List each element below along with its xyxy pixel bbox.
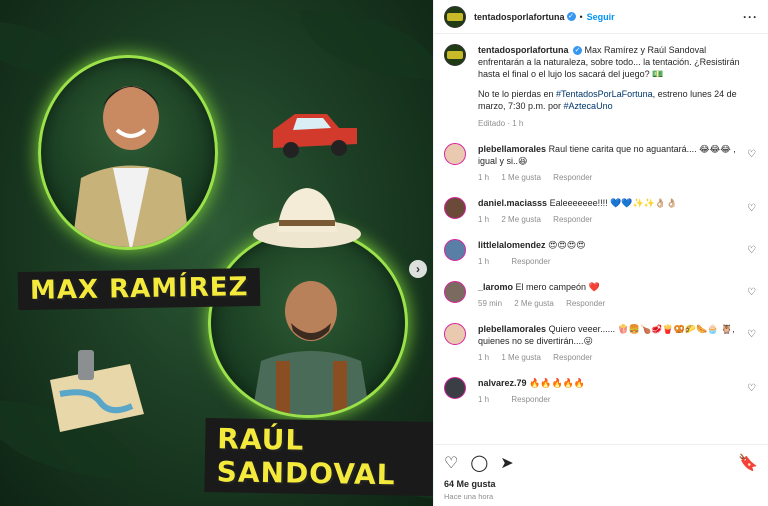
comments-area[interactable]: tentadosporlafortuna ✓ Max Ramírez y Raú… bbox=[434, 34, 768, 444]
treasure-map-illustration bbox=[50, 350, 144, 432]
caption-meta: Editado · 1 h bbox=[478, 119, 524, 128]
comment-time: 1 h bbox=[478, 395, 490, 404]
comment-likes[interactable]: 1 Me gusta bbox=[501, 173, 541, 182]
comment-likes[interactable]: 2 Me gusta bbox=[501, 215, 541, 224]
save-bookmark-icon[interactable]: 🔖 bbox=[738, 453, 758, 473]
comment-like-heart-icon[interactable]: ♡ bbox=[747, 329, 756, 340]
logo-icon bbox=[447, 51, 463, 59]
post-image[interactable]: MAX RAMÍREZ RAÚL SANDOVAL › bbox=[0, 0, 433, 506]
comment-item: littlelalomendez 😍😍😍😍 1 h Responder ♡ bbox=[444, 239, 758, 268]
comment-likes[interactable]: 1 Me gusta bbox=[501, 353, 541, 362]
comment-icon[interactable]: ◯ bbox=[470, 453, 488, 473]
comment-item: _laromo El mero campeón ❤️ 59 min 2 Me g… bbox=[444, 281, 758, 310]
reply-button[interactable]: Responder bbox=[553, 353, 592, 362]
comment-username[interactable]: littlelalomendez bbox=[478, 240, 546, 250]
logo-icon bbox=[447, 12, 463, 21]
commenter-avatar[interactable] bbox=[444, 323, 466, 345]
comment-time: 59 min bbox=[478, 299, 503, 308]
person-illustration bbox=[71, 86, 191, 247]
like-heart-icon[interactable]: ♡ bbox=[444, 453, 458, 473]
comment-text: 😍😍😍😍 bbox=[548, 240, 586, 250]
comment-item: daniel.maciasss Ealeeeeeee!!!! 💙💙✨✨👌🏼👌🏼 … bbox=[444, 197, 758, 226]
name-tag-max: MAX RAMÍREZ bbox=[17, 267, 261, 311]
commenter-avatar[interactable] bbox=[444, 143, 466, 165]
comment-text: Ealeeeeeee!!!! 💙💙✨✨👌🏼👌🏼 bbox=[549, 198, 678, 208]
comment-username[interactable]: plebellamorales bbox=[478, 144, 546, 154]
commenter-avatar[interactable] bbox=[444, 377, 466, 399]
commenter-avatar[interactable] bbox=[444, 281, 466, 303]
truck-illustration bbox=[273, 114, 357, 158]
next-image-button[interactable]: › bbox=[409, 260, 427, 278]
caption-username[interactable]: tentadosporlafortuna bbox=[478, 45, 569, 55]
reply-button[interactable]: Responder bbox=[511, 395, 550, 404]
name-tag-raul: RAÚL SANDOVAL bbox=[204, 418, 433, 496]
separator-dot: • bbox=[579, 11, 583, 22]
comment-time: 1 h bbox=[478, 173, 490, 182]
post-caption: tentadosporlafortuna ✓ Max Ramírez y Raú… bbox=[444, 44, 758, 130]
comment-username[interactable]: plebellamorales bbox=[478, 324, 546, 334]
raul-portrait bbox=[208, 228, 408, 418]
account-avatar[interactable] bbox=[444, 5, 466, 28]
post-header: tentadosporlafortuna ✓ • Seguir ··· bbox=[434, 0, 768, 34]
like-count[interactable]: 64 Me gusta bbox=[444, 479, 758, 489]
comment-likes[interactable]: 2 Me gusta bbox=[514, 299, 554, 308]
account-username[interactable]: tentadosporlafortuna bbox=[474, 12, 565, 22]
share-icon[interactable]: ➤ bbox=[500, 453, 513, 473]
reply-button[interactable]: Responder bbox=[553, 173, 592, 182]
verified-badge-icon: ✓ bbox=[573, 46, 583, 56]
comment-item: nalvarez.79 🔥🔥🔥🔥🔥 1 h Responder ♡ bbox=[444, 377, 758, 406]
comment-text: 🔥🔥🔥🔥🔥 bbox=[529, 378, 586, 388]
comment-like-heart-icon[interactable]: ♡ bbox=[747, 203, 756, 214]
comment-like-heart-icon[interactable]: ♡ bbox=[747, 149, 756, 160]
comment-time: 1 h bbox=[478, 257, 490, 266]
comment-username[interactable]: daniel.maciasss bbox=[478, 198, 547, 208]
comment-item: plebellamorales Quiero veeer...... 🍿🍔🍗🥩🍟… bbox=[444, 323, 758, 364]
comment-like-heart-icon[interactable]: ♡ bbox=[747, 245, 756, 256]
mention-link[interactable]: #AztecaUno bbox=[564, 101, 613, 111]
follow-button[interactable]: Seguir bbox=[587, 12, 615, 22]
hashtag-link[interactable]: #TentadosPorLaFortuna bbox=[556, 89, 653, 99]
reply-button[interactable]: Responder bbox=[566, 299, 605, 308]
reply-button[interactable]: Responder bbox=[511, 257, 550, 266]
max-portrait bbox=[38, 55, 218, 250]
verified-badge-icon: ✓ bbox=[566, 12, 576, 21]
comment-time: 1 h bbox=[478, 353, 490, 362]
more-options-icon[interactable]: ··· bbox=[743, 10, 758, 24]
post-footer: ♡ ◯ ➤ 🔖 64 Me gusta Hace una hora bbox=[434, 444, 768, 506]
comment-like-heart-icon[interactable]: ♡ bbox=[747, 383, 756, 394]
comment-like-heart-icon[interactable]: ♡ bbox=[747, 287, 756, 298]
caption-text-2: No te lo pierdas en bbox=[478, 89, 557, 99]
comment-text: El mero campeón ❤️ bbox=[515, 282, 600, 292]
post-time: Hace una hora bbox=[444, 492, 494, 501]
cowboy-hat-illustration bbox=[253, 188, 361, 248]
commenter-avatar[interactable] bbox=[444, 239, 466, 261]
comment-time: 1 h bbox=[478, 215, 490, 224]
comment-username[interactable]: nalvarez.79 bbox=[478, 378, 527, 388]
reply-button[interactable]: Responder bbox=[553, 215, 592, 224]
comment-item: plebellamorales Raul tiene carita que no… bbox=[444, 143, 758, 184]
caption-avatar[interactable] bbox=[444, 44, 466, 66]
comment-username[interactable]: _laromo bbox=[478, 282, 513, 292]
person-illustration bbox=[252, 281, 370, 415]
jungle-leaf-decoration bbox=[300, 10, 433, 80]
post-sidebar: tentadosporlafortuna ✓ • Seguir ··· tent… bbox=[433, 0, 768, 506]
commenter-avatar[interactable] bbox=[444, 197, 466, 219]
